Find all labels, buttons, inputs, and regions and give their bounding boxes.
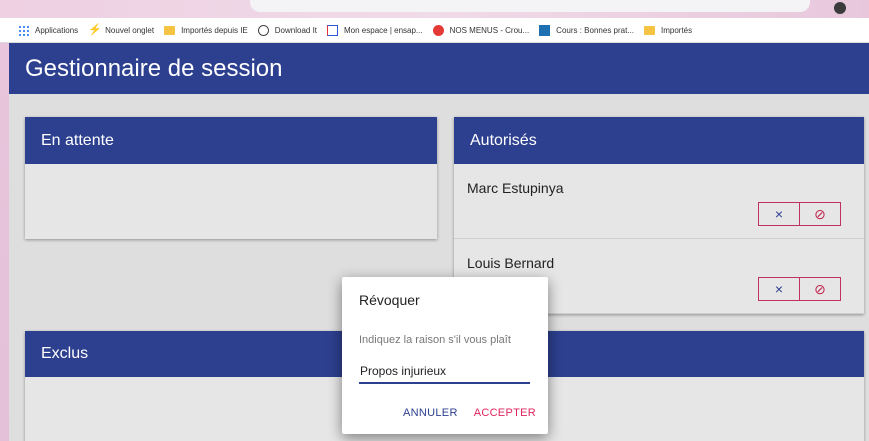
dialog-title: Révoquer [359, 292, 420, 308]
red-circle-icon [432, 24, 444, 36]
bookmark-label: Applications [35, 25, 79, 35]
card-title-pending: En attente [25, 117, 437, 164]
cancel-button[interactable]: ANNULER [403, 407, 458, 419]
bookmark-label: NOS MENUS - Crou... [449, 25, 530, 35]
dialog-actions: ANNULER ACCEPTER [403, 407, 536, 419]
bookmark-label: Download It [274, 25, 318, 35]
apps-grid-icon [18, 24, 29, 36]
bookmark-label: Mon espace | ensap... [344, 25, 423, 35]
person-name: Marc Estupinya [467, 180, 564, 196]
bookmark-label: Nouvel onglet [105, 25, 155, 35]
page-title: Gestionnaire de session [25, 54, 283, 82]
ban-button[interactable]: ⊘ [799, 203, 840, 225]
book-icon [327, 24, 339, 36]
remove-button[interactable]: × [759, 203, 799, 225]
document-icon [539, 24, 551, 36]
profile-avatar[interactable] [834, 2, 846, 14]
bookmark-label: Cours : Bonnes prat... [556, 25, 634, 35]
bookmarks-bar: Applications ⚡ Nouvel onglet Importés de… [0, 18, 869, 43]
person-name: Louis Bernard [467, 255, 555, 271]
reason-input[interactable] [359, 360, 530, 384]
bookmark-cours[interactable]: Cours : Bonnes prat... [539, 24, 634, 36]
bookmark-importes[interactable]: Importés [644, 25, 693, 35]
folder-icon [164, 25, 176, 35]
accept-button[interactable]: ACCEPTER [474, 407, 536, 419]
ban-button[interactable]: ⊘ [799, 278, 840, 300]
bookmark-download-it[interactable]: Download It [257, 24, 318, 36]
bookmark-nouvel-onglet[interactable]: ⚡ Nouvel onglet [88, 23, 155, 36]
card-pending: En attente [25, 117, 437, 239]
browser-top-strip [0, 0, 869, 18]
remove-button[interactable]: × [759, 278, 799, 300]
folder-icon [644, 25, 655, 35]
list-item: Marc Estupinya × ⊘ [454, 164, 864, 239]
action-buttons: × ⊘ [758, 277, 841, 301]
dialog-message: Indiquez la raison s'il vous plaît [359, 334, 511, 346]
action-buttons: × ⊘ [758, 202, 841, 226]
card-title-authorized: Autorisés [454, 117, 864, 164]
address-bar-edge [250, 0, 810, 12]
globe-icon [257, 24, 269, 36]
app-header: Gestionnaire de session [9, 43, 869, 94]
bookmark-nos-menus[interactable]: NOS MENUS - Crou... [432, 24, 530, 36]
bookmark-mon-espace[interactable]: Mon espace | ensap... [327, 24, 423, 36]
lightning-icon: ⚡ [88, 23, 102, 36]
bookmark-applications[interactable]: Applications [18, 24, 79, 36]
bookmark-label: Importés depuis IE [181, 25, 248, 35]
revoke-dialog: Révoquer Indiquez la raison s'il vous pl… [342, 277, 548, 434]
bookmark-label: Importés [661, 25, 693, 35]
bookmark-importes-ie[interactable]: Importés depuis IE [164, 25, 248, 35]
